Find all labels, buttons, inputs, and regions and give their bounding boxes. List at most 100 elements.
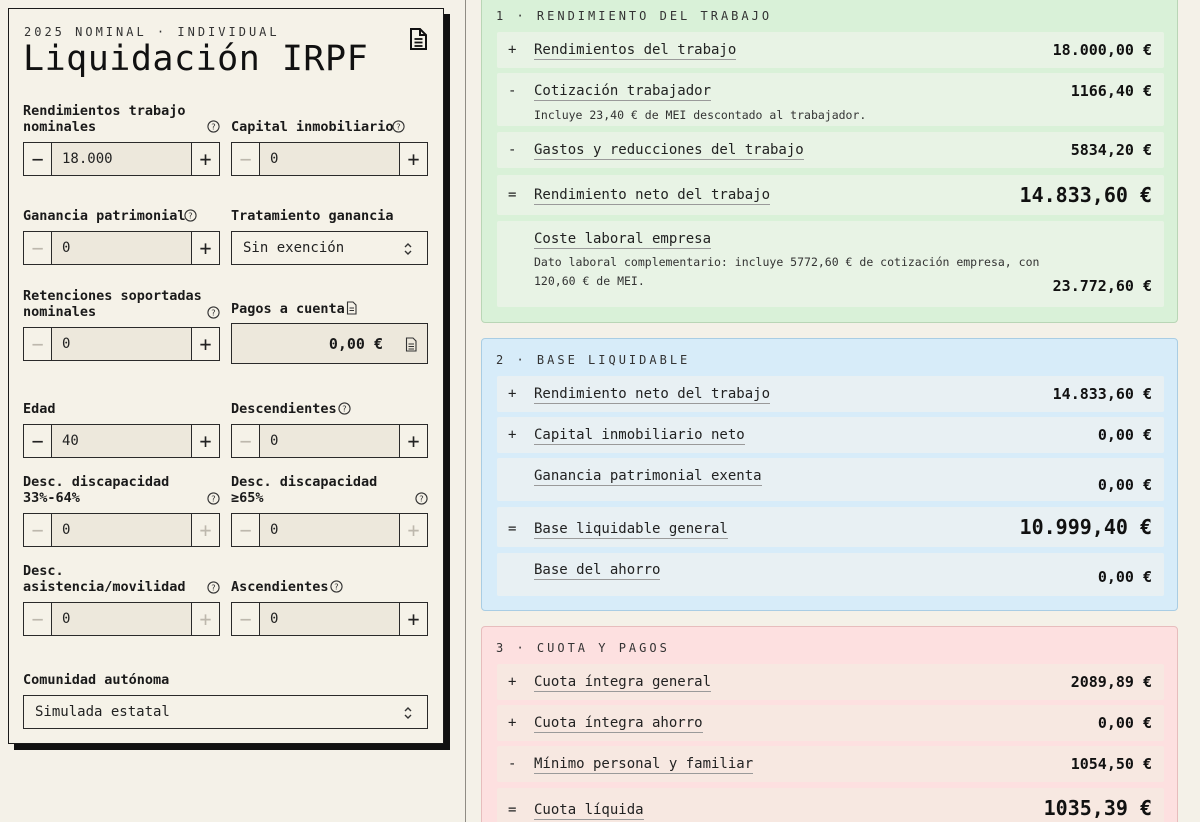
decrement-button[interactable]: −: [232, 603, 260, 635]
row-label[interactable]: Capital inmobiliario neto: [534, 427, 745, 445]
row-value: 0,00 €: [1097, 426, 1152, 444]
rend-trabajo-label-l2: nominales: [23, 119, 97, 135]
increment-button[interactable]: +: [399, 514, 427, 546]
ganancia-label-wrap: Ganancia patrimonial ?: [23, 206, 220, 224]
row-label[interactable]: Rendimiento neto del trabajo: [534, 386, 771, 404]
chevron-updown-icon: [404, 707, 412, 719]
decrement-button[interactable]: −: [24, 425, 52, 457]
row-value: 0,00 €: [1097, 476, 1152, 494]
ascendientes-input[interactable]: 0: [260, 603, 399, 635]
help-icon[interactable]: ?: [207, 492, 220, 505]
result-row: + Cuota íntegra general 2089,89 €: [497, 664, 1164, 700]
asistencia-label-wrap: Desc. asistencia/movilidad ?: [23, 561, 220, 595]
decrement-button[interactable]: −: [232, 425, 260, 457]
help-icon[interactable]: ?: [207, 306, 220, 319]
row-label[interactable]: Mínimo personal y familiar: [534, 756, 754, 774]
ganancia-input[interactable]: 0: [52, 232, 191, 264]
decrement-button[interactable]: −: [232, 143, 260, 175]
result-row: = Rendimiento neto del trabajo 14.833,60…: [497, 175, 1164, 215]
document-icon[interactable]: [407, 27, 429, 51]
capital-stepper: − 0 +: [231, 142, 428, 176]
help-icon[interactable]: ?: [415, 492, 428, 505]
disc33-label-l2: 33%-64%: [23, 490, 80, 506]
row-value: 14.833,60 €: [1019, 183, 1152, 207]
document-icon[interactable]: [405, 337, 417, 352]
row-value: 0,00 €: [1097, 714, 1152, 732]
result-row: - Gastos y reducciones del trabajo 5834,…: [497, 132, 1164, 168]
help-icon[interactable]: ?: [338, 402, 351, 415]
tratamiento-label-wrap: Tratamiento ganancia: [231, 206, 428, 224]
decrement-button[interactable]: −: [24, 143, 52, 175]
increment-button[interactable]: +: [191, 425, 219, 457]
comunidad-value: Simulada estatal: [35, 704, 170, 720]
row-sign: -: [508, 83, 517, 99]
tratamiento-select[interactable]: Sin exención: [231, 231, 428, 265]
descendientes-stepper: − 0 +: [231, 424, 428, 458]
row-sign: +: [508, 42, 517, 58]
row-sign: =: [508, 521, 517, 537]
row-value: 1166,40 €: [1070, 82, 1152, 100]
decrement-button[interactable]: −: [24, 603, 52, 635]
result-row: + Cuota íntegra ahorro 0,00 €: [497, 705, 1164, 741]
rend-trabajo-stepper: − 18.000 +: [23, 142, 220, 176]
capital-label: Capital inmobiliario: [231, 119, 394, 135]
disc33-input[interactable]: 0: [52, 514, 191, 546]
decrement-button[interactable]: −: [24, 328, 52, 360]
decrement-button[interactable]: −: [232, 514, 260, 546]
decrement-button[interactable]: −: [24, 514, 52, 546]
row-sign: +: [508, 427, 517, 443]
row-sign: +: [508, 386, 517, 402]
increment-button[interactable]: +: [191, 143, 219, 175]
row-label[interactable]: Base del ahorro: [534, 562, 661, 580]
row-label[interactable]: Cuota íntegra general: [534, 674, 712, 692]
comunidad-select[interactable]: Simulada estatal: [23, 695, 428, 729]
help-icon[interactable]: ?: [184, 209, 197, 222]
help-icon[interactable]: ?: [330, 580, 343, 593]
help-icon[interactable]: ?: [207, 581, 220, 594]
disc65-input[interactable]: 0: [260, 514, 399, 546]
row-label[interactable]: Cotización trabajador: [534, 83, 712, 101]
result-row: = Base liquidable general 10.999,40 €: [497, 507, 1164, 547]
section-title: 3 · CUOTA Y PAGOS: [496, 641, 670, 655]
descendientes-input[interactable]: 0: [260, 425, 399, 457]
disc65-label-l2: ≥65%: [231, 490, 264, 506]
capital-label-wrap: Capital inmobiliario ?: [231, 117, 428, 135]
increment-button[interactable]: +: [399, 143, 427, 175]
increment-button[interactable]: +: [399, 603, 427, 635]
row-value: 0,00 €: [1097, 568, 1152, 586]
row-label[interactable]: Ganancia patrimonial exenta: [534, 468, 762, 486]
capital-input[interactable]: 0: [260, 143, 399, 175]
increment-button[interactable]: +: [191, 232, 219, 264]
row-label[interactable]: Cuota íntegra ahorro: [534, 715, 703, 733]
asistencia-label-l1: Desc.: [23, 563, 64, 579]
edad-input[interactable]: 40: [52, 425, 191, 457]
help-icon[interactable]: ?: [207, 120, 220, 133]
increment-button[interactable]: +: [191, 514, 219, 546]
increment-button[interactable]: +: [191, 328, 219, 360]
retenciones-input[interactable]: 0: [52, 328, 191, 360]
help-icon[interactable]: ?: [392, 120, 405, 133]
increment-button[interactable]: +: [399, 425, 427, 457]
asistencia-input[interactable]: 0: [52, 603, 191, 635]
row-value: 2089,89 €: [1070, 673, 1152, 691]
result-row: + Rendimiento neto del trabajo 14.833,60…: [497, 376, 1164, 412]
row-label[interactable]: Rendimientos del trabajo: [534, 42, 737, 60]
row-label[interactable]: Base liquidable general: [534, 521, 728, 539]
pagos-value: 0,00 €: [328, 334, 383, 353]
increment-button[interactable]: +: [191, 603, 219, 635]
row-label[interactable]: Rendimiento neto del trabajo: [534, 187, 771, 205]
row-label[interactable]: Cuota líquida: [534, 802, 644, 820]
disc65-stepper: − 0 +: [231, 513, 428, 547]
descendientes-label: Descendientes: [231, 401, 337, 417]
ganancia-label: Ganancia patrimonial: [23, 208, 186, 224]
row-label[interactable]: Coste laboral empresa: [534, 231, 712, 249]
row-sign: -: [508, 142, 517, 158]
decrement-button[interactable]: −: [24, 232, 52, 264]
row-value: 23.772,60 €: [1052, 277, 1152, 295]
rend-trabajo-input[interactable]: 18.000: [52, 143, 191, 175]
disc33-label-wrap: Desc. discapacidad 33%-64% ?: [23, 472, 220, 506]
row-note-l1: Dato laboral complementario: incluye 577…: [534, 255, 1040, 269]
row-label[interactable]: Gastos y reducciones del trabajo: [534, 142, 804, 160]
svg-text:?: ?: [211, 494, 215, 504]
document-icon[interactable]: [346, 301, 357, 315]
